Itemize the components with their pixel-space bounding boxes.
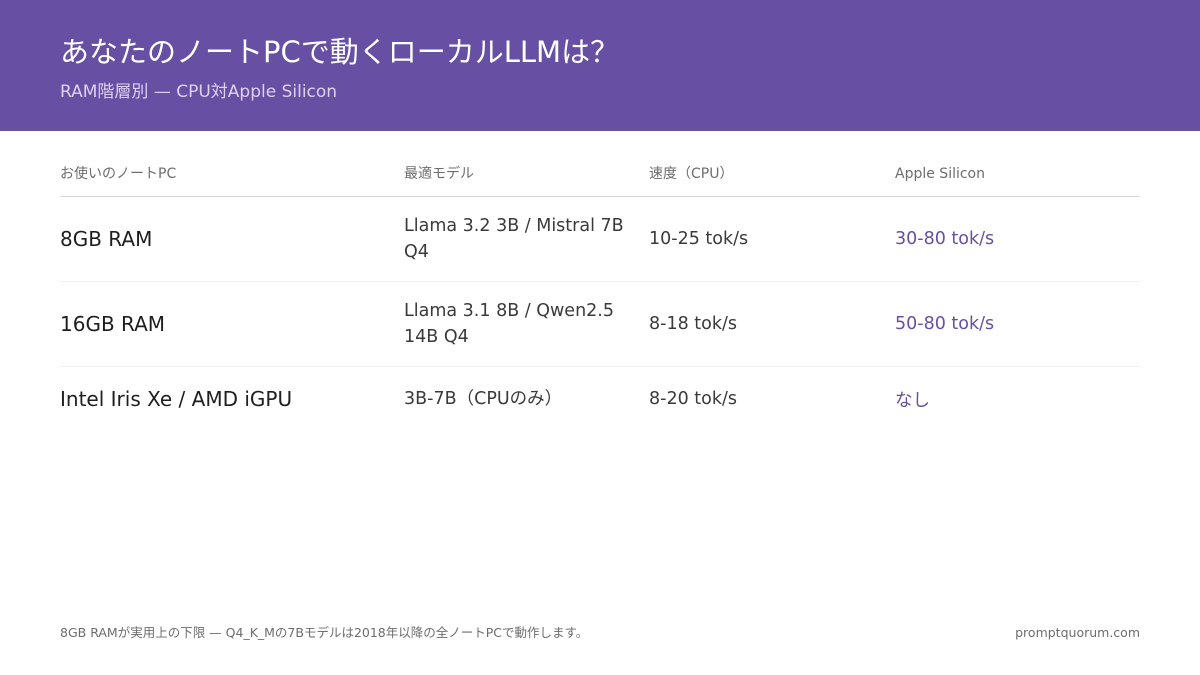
cell-model: Llama 3.1 8B / Qwen2.5 14B Q4 [404,282,634,366]
table-row: 8GB RAM Llama 3.2 3B / Mistral 7B Q4 10-… [60,197,1140,282]
footer-brand: promptquorum.com [1015,625,1140,640]
cell-laptop: 16GB RAM [60,282,400,366]
cell-model-text: Llama 3.1 8B / Qwen2.5 14B Q4 [404,301,614,347]
cell-cpu-speed-text: 8-20 tok/s [649,389,737,409]
footer-note: 8GB RAMが実用上の下限 — Q4_K_Mの7Bモデルは2018年以降の全ノ… [60,625,589,640]
table-row: 16GB RAM Llama 3.1 8B / Qwen2.5 14B Q4 8… [60,282,1140,367]
cell-model-text: 3B-7B（CPUのみ） [404,389,563,409]
cell-apple-silicon-text: 50-80 tok/s [895,314,995,334]
column-header-model: 最適モデル [404,166,474,182]
page-title: あなたのノートPCで動くローカルLLMは？ [60,35,620,69]
cell-model: Llama 3.2 3B / Mistral 7B Q4 [404,197,634,281]
column-header-apple-silicon: Apple Silicon [895,166,985,182]
column-header-laptop: お使いのノートPC [60,166,177,182]
cell-model-text: Llama 3.2 3B / Mistral 7B Q4 [404,216,624,262]
cell-cpu-speed-text: 8-18 tok/s [649,314,737,334]
cell-model: 3B-7B（CPUのみ） [404,367,634,431]
table-row: Intel Iris Xe / AMD iGPU 3B-7B（CPUのみ） 8-… [60,367,1140,431]
cell-apple-silicon: 30-80 tok/s [895,197,1135,281]
cell-apple-silicon-text: 30-80 tok/s [895,229,995,249]
comparison-table: お使いのノートPC 最適モデル 速度（CPU） Apple Silicon 8G… [60,155,1140,431]
cell-laptop-text: Intel Iris Xe / AMD iGPU [60,387,293,411]
column-header-cpu-speed: 速度（CPU） [649,166,734,182]
cell-laptop: 8GB RAM [60,197,400,281]
cell-laptop: Intel Iris Xe / AMD iGPU [60,367,400,431]
cell-laptop-text: 8GB RAM [60,227,153,251]
page-subtitle: RAM階層別 — CPU対Apple Silicon [60,82,338,102]
cell-cpu-speed: 8-20 tok/s [649,367,879,431]
cell-apple-silicon: なし [895,367,1135,431]
cell-apple-silicon: 50-80 tok/s [895,282,1135,366]
cell-laptop-text: 16GB RAM [60,312,166,336]
table-header: お使いのノートPC 最適モデル 速度（CPU） Apple Silicon [60,155,1140,197]
cell-cpu-speed: 10-25 tok/s [649,197,879,281]
header-banner: あなたのノートPCで動くローカルLLMは？ RAM階層別 — CPU対Apple… [0,0,1200,131]
cell-apple-silicon-text: なし [895,390,930,411]
cell-cpu-speed-text: 10-25 tok/s [649,229,749,249]
cell-cpu-speed: 8-18 tok/s [649,282,879,366]
